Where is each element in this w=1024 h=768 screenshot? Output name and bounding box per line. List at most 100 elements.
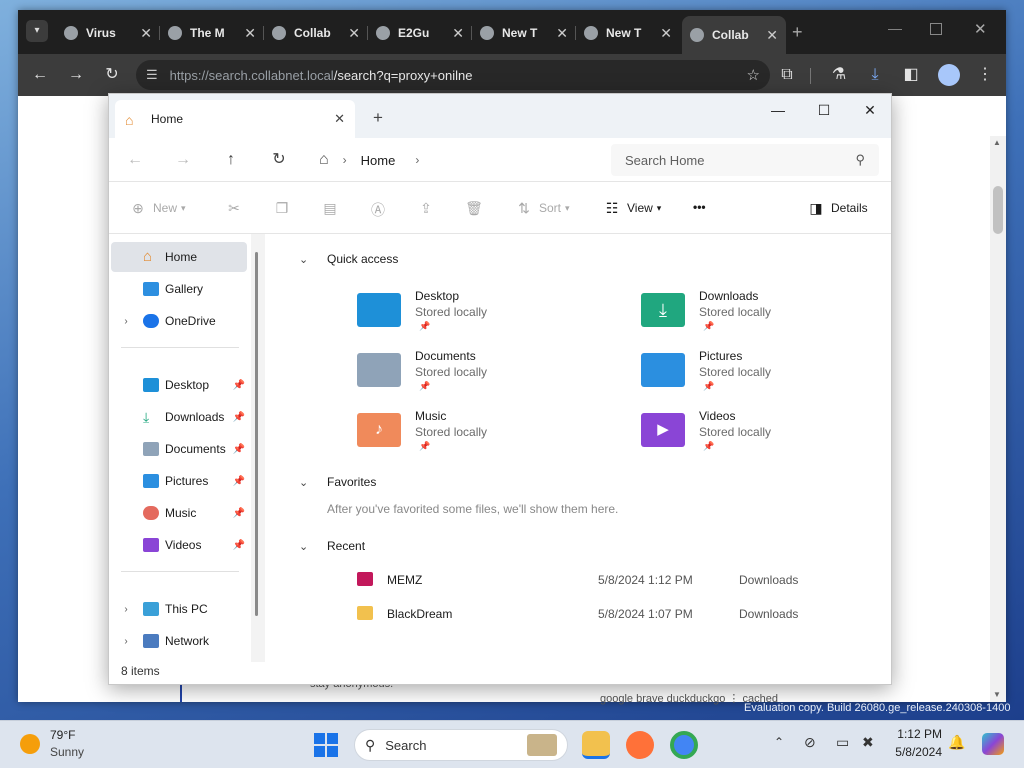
- refresh-icon[interactable]: ↻: [269, 150, 289, 170]
- home-icon[interactable]: ⌂: [319, 151, 329, 169]
- network-offline-icon[interactable]: ⊘: [804, 734, 816, 751]
- maximize-icon[interactable]: ☐: [801, 96, 847, 124]
- chevron-right-icon[interactable]: ›: [119, 604, 133, 615]
- volume-muted-icon[interactable]: ✖: [862, 734, 874, 751]
- scroll-up-icon[interactable]: ▲: [993, 138, 1001, 147]
- close-tab-icon[interactable]: ✕: [452, 25, 464, 42]
- copilot-icon[interactable]: [982, 733, 1004, 755]
- sidebar-item-music[interactable]: Music 📌: [111, 498, 247, 528]
- chevron-right-icon[interactable]: ›: [415, 153, 419, 167]
- quick-access-item-documents[interactable]: Documents Stored locally 📌: [357, 349, 597, 401]
- minimize-icon[interactable]: —: [888, 20, 902, 36]
- more-options-button[interactable]: •••: [693, 200, 706, 214]
- sidebar-item-network[interactable]: › Network: [111, 626, 247, 656]
- firefox-taskbar-icon[interactable]: [626, 731, 654, 759]
- clock-date[interactable]: 5/8/2024: [882, 745, 942, 759]
- new-explorer-tab-button[interactable]: +: [373, 108, 383, 128]
- back-arrow-icon[interactable]: ←: [125, 150, 145, 170]
- delete-icon[interactable]: 🗑: [465, 200, 489, 216]
- windows-start-icon[interactable]: [314, 733, 338, 757]
- weather-temp[interactable]: 79°F: [50, 728, 75, 742]
- recent-file-row[interactable]: BlackDream 5/8/2024 1:07 PM Downloads: [353, 600, 813, 630]
- quick-access-header[interactable]: ⌄ Quick access: [299, 252, 398, 266]
- chevron-down-icon[interactable]: ⌄: [299, 540, 313, 553]
- close-tab-icon[interactable]: ✕: [556, 25, 568, 42]
- search-input[interactable]: Search Home ⚲: [611, 144, 879, 176]
- display-icon[interactable]: ▭: [836, 734, 849, 751]
- rename-icon[interactable]: Ⓐ: [369, 200, 393, 218]
- chrome-taskbar-icon[interactable]: [670, 731, 698, 759]
- forward-arrow-icon[interactable]: →: [65, 64, 87, 86]
- weather-desc[interactable]: Sunny: [50, 745, 84, 759]
- site-info-icon[interactable]: ☰: [146, 67, 158, 83]
- chevron-right-icon[interactable]: ›: [119, 316, 133, 327]
- url-text[interactable]: https://search.collabnet.local/search?q=…: [170, 68, 747, 83]
- browser-tab-active[interactable]: Collab ✕: [682, 16, 786, 54]
- pin-icon[interactable]: 📌: [233, 444, 245, 455]
- recent-header[interactable]: ⌄ Recent: [299, 539, 365, 553]
- address-bar[interactable]: ☰ https://search.collabnet.local/search?…: [136, 60, 770, 90]
- menu-kebab-icon[interactable]: ⋮: [974, 64, 996, 86]
- view-button[interactable]: ☷ View ▾: [603, 200, 662, 216]
- maximize-icon[interactable]: [930, 23, 942, 35]
- sidebar-item-downloads[interactable]: ⤓ Downloads 📌: [111, 402, 247, 432]
- sidebar-item-this-pc[interactable]: › This PC: [111, 594, 247, 624]
- details-button[interactable]: ◨ Details: [807, 200, 867, 216]
- pin-icon[interactable]: 📌: [233, 412, 245, 423]
- close-tab-icon[interactable]: ✕: [140, 25, 152, 42]
- new-button[interactable]: ⊕ New ▾: [129, 200, 185, 216]
- reload-icon[interactable]: ↻: [101, 64, 123, 86]
- page-scrollbar[interactable]: ▲ ▼: [990, 136, 1006, 702]
- tab-search-icon[interactable]: ▾: [26, 20, 48, 42]
- profile-avatar[interactable]: [938, 64, 960, 86]
- sidebar-item-gallery[interactable]: Gallery: [111, 274, 247, 304]
- minimize-icon[interactable]: —: [755, 96, 801, 124]
- chevron-right-icon[interactable]: ›: [119, 636, 133, 647]
- browser-tab[interactable]: New T ✕: [472, 18, 576, 48]
- favorites-header[interactable]: ⌄ Favorites: [299, 475, 376, 489]
- close-window-icon[interactable]: ✕: [974, 20, 987, 38]
- pin-icon[interactable]: 📌: [233, 380, 245, 391]
- bookmark-star-icon[interactable]: ☆: [747, 66, 760, 84]
- browser-tab[interactable]: The M ✕: [160, 18, 264, 48]
- sidebar-item-pictures[interactable]: Pictures 📌: [111, 466, 247, 496]
- sidebar-item-onedrive[interactable]: › OneDrive: [111, 306, 247, 336]
- share-icon[interactable]: ⇪: [417, 200, 441, 216]
- sidebar-item-documents[interactable]: Documents 📌: [111, 434, 247, 464]
- forward-arrow-icon[interactable]: →: [173, 150, 193, 170]
- weather-sun-icon[interactable]: [20, 734, 40, 754]
- scroll-down-icon[interactable]: ▼: [993, 690, 1001, 699]
- back-arrow-icon[interactable]: ←: [29, 64, 51, 86]
- chevron-up-icon[interactable]: ⌃: [774, 735, 784, 749]
- extensions-icon[interactable]: ⧉: [776, 64, 798, 86]
- cut-icon[interactable]: ✂: [225, 200, 249, 216]
- close-tab-icon[interactable]: ✕: [348, 25, 360, 42]
- chevron-down-icon[interactable]: ⌄: [299, 253, 313, 266]
- browser-tab[interactable]: New T ✕: [576, 18, 680, 48]
- explorer-tab-home[interactable]: ⌂ Home ✕: [115, 100, 355, 138]
- clock-time[interactable]: 1:12 PM: [882, 727, 942, 741]
- scroll-thumb[interactable]: [993, 186, 1003, 234]
- sort-button[interactable]: ⇅ Sort ▾: [515, 200, 569, 216]
- labs-flask-icon[interactable]: ⚗: [828, 64, 850, 86]
- close-tab-icon[interactable]: ✕: [244, 25, 256, 42]
- side-panel-icon[interactable]: ◧: [900, 64, 922, 86]
- file-explorer-taskbar-icon[interactable]: [582, 731, 610, 759]
- up-arrow-icon[interactable]: ↑: [221, 150, 241, 170]
- close-tab-icon[interactable]: ✕: [766, 27, 778, 44]
- pin-icon[interactable]: 📌: [233, 540, 245, 551]
- quick-access-item-downloads[interactable]: ⤓ Downloads Stored locally 📌: [641, 289, 881, 341]
- browser-tab[interactable]: Virus ✕: [56, 18, 160, 48]
- notification-bell-icon[interactable]: 🔔: [948, 734, 965, 751]
- pin-icon[interactable]: 📌: [233, 508, 245, 519]
- browser-tab[interactable]: Collab ✕: [264, 18, 368, 48]
- quick-access-item-desktop[interactable]: Desktop Stored locally 📌: [357, 289, 597, 341]
- chevron-down-icon[interactable]: ⌄: [299, 476, 313, 489]
- quick-access-item-videos[interactable]: ▶ Videos Stored locally 📌: [641, 409, 881, 461]
- close-tab-icon[interactable]: ✕: [334, 111, 345, 127]
- breadcrumb-home[interactable]: Home: [361, 153, 396, 168]
- new-tab-button[interactable]: +: [792, 22, 803, 43]
- pin-icon[interactable]: 📌: [233, 476, 245, 487]
- paste-icon[interactable]: ▤: [321, 200, 345, 216]
- copy-icon[interactable]: ❐: [273, 200, 297, 216]
